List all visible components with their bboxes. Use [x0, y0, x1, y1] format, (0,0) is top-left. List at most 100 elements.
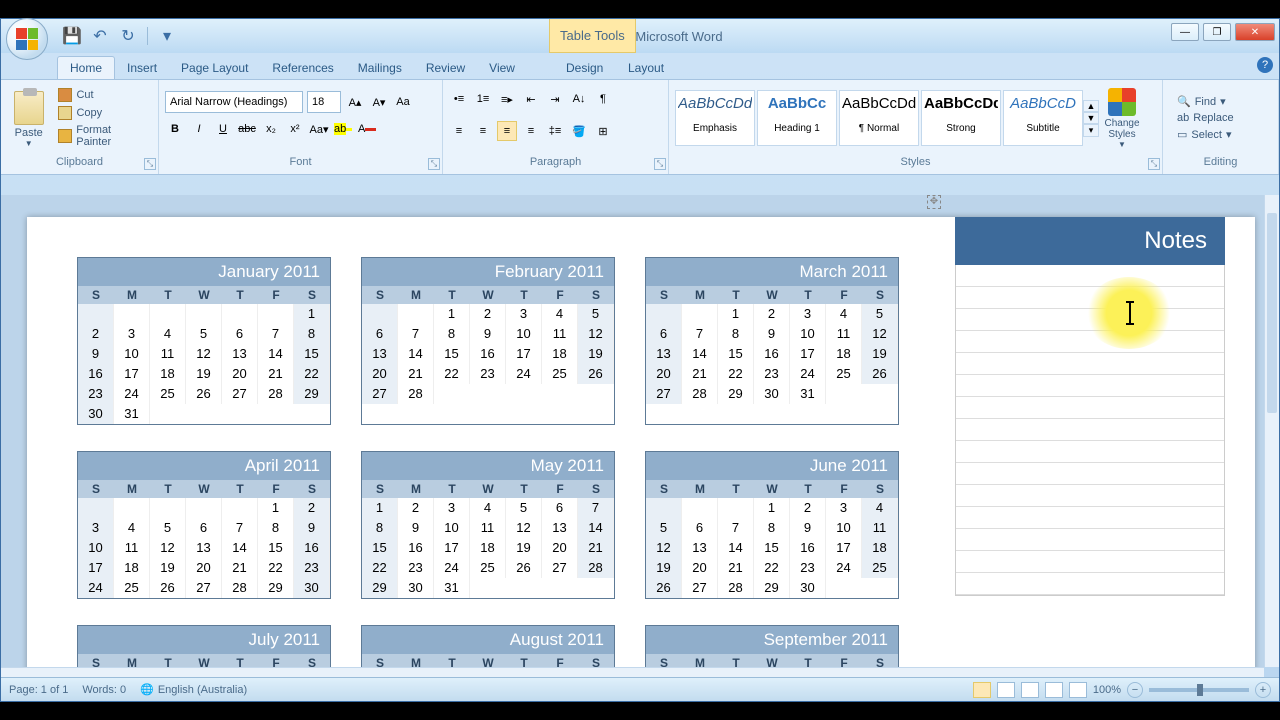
outline-view[interactable] — [1045, 682, 1063, 698]
font-color-button[interactable]: A — [357, 119, 377, 139]
change-case-button[interactable]: Aa▾ — [309, 119, 329, 139]
paste-icon — [14, 91, 44, 125]
sort-button[interactable]: A↓ — [569, 89, 589, 109]
zoom-out-button[interactable]: − — [1127, 682, 1143, 698]
styles-gallery[interactable]: AaBbCcDdEmphasisAaBbCcHeading 1AaBbCcDdE… — [675, 90, 1083, 146]
italic-button[interactable]: I — [189, 119, 209, 139]
zoom-in-button[interactable]: + — [1255, 682, 1271, 698]
paste-button[interactable]: Paste▼ — [7, 89, 50, 148]
change-styles-button[interactable]: Change Styles▼ — [1099, 88, 1145, 149]
select-icon: ▭ — [1177, 128, 1187, 141]
tab-home[interactable]: Home — [57, 56, 115, 79]
qat-save-icon[interactable]: 💾 — [63, 27, 81, 45]
office-button[interactable] — [6, 18, 48, 60]
calendar-july-2011[interactable]: July 2011SMTWTFS123456789101112131415161… — [77, 625, 331, 667]
calendar-august-2011[interactable]: August 2011SMTWTFS1234567891011121314151… — [361, 625, 615, 667]
ribbon-tabs: HomeInsertPage LayoutReferencesMailingsR… — [1, 53, 1279, 79]
qat-redo-icon[interactable]: ↻ — [119, 27, 137, 45]
help-icon[interactable]: ? — [1257, 57, 1273, 73]
calendar-march-2011[interactable]: March 2011SMTWTFS12345678910111213141516… — [645, 257, 899, 425]
web-layout-view[interactable] — [1021, 682, 1039, 698]
calendar-may-2011[interactable]: May 2011SMTWTFS1234567891011121314151617… — [361, 451, 615, 599]
align-left-button[interactable]: ≡ — [449, 121, 469, 141]
draft-view[interactable] — [1069, 682, 1087, 698]
find-icon: 🔍 — [1177, 95, 1191, 108]
increase-indent-button[interactable]: ⇥ — [545, 89, 565, 109]
styles-launcher[interactable]: ⤡ — [1148, 158, 1160, 170]
strikethrough-button[interactable]: abc — [237, 119, 257, 139]
status-words[interactable]: Words: 0 — [82, 684, 126, 696]
zoom-level[interactable]: 100% — [1093, 684, 1121, 696]
replace-button[interactable]: abReplace — [1175, 111, 1236, 125]
highlight-button[interactable]: ab — [333, 119, 353, 139]
format-painter-button[interactable]: Format Painter — [54, 123, 152, 149]
bold-button[interactable]: B — [165, 119, 185, 139]
select-button[interactable]: ▭Select ▾ — [1175, 127, 1236, 142]
minimize-button[interactable]: — — [1171, 23, 1199, 41]
tab-insert[interactable]: Insert — [115, 57, 169, 79]
multilevel-list-button[interactable]: ≡▸ — [497, 89, 517, 109]
font-name-input[interactable] — [165, 91, 303, 113]
grow-font-button[interactable]: A▴ — [345, 92, 365, 112]
text-cursor — [1129, 301, 1131, 325]
maximize-button[interactable]: ❐ — [1203, 23, 1231, 41]
line-spacing-button[interactable]: ‡≡ — [545, 121, 565, 141]
superscript-button[interactable]: x² — [285, 119, 305, 139]
style-subtitle[interactable]: AaBbCcDSubtitle — [1003, 90, 1083, 146]
calendar-april-2011[interactable]: April 2011SMTWTFS12345678910111213141516… — [77, 451, 331, 599]
tab-page-layout[interactable]: Page Layout — [169, 57, 260, 79]
styles-scroll-down[interactable]: ▼ — [1083, 112, 1099, 124]
style-strong[interactable]: AaBbCcDdStrong — [921, 90, 1001, 146]
calendar-september-2011[interactable]: September 2011SMTWTFS1234567891011121314… — [645, 625, 899, 667]
decrease-indent-button[interactable]: ⇤ — [521, 89, 541, 109]
shading-button[interactable]: 🪣 — [569, 121, 589, 141]
document-page[interactable]: ✥ January 2011SMTWTFS1234567891011121314… — [27, 217, 1255, 667]
styles-expand[interactable]: ▾ — [1083, 124, 1099, 137]
calendar-june-2011[interactable]: June 2011SMTWTFS123456789101112131415161… — [645, 451, 899, 599]
horizontal-scrollbar[interactable] — [1, 667, 1264, 677]
find-button[interactable]: 🔍Find ▾ — [1175, 94, 1236, 109]
bullets-button[interactable]: •≡ — [449, 89, 469, 109]
calendar-january-2011[interactable]: January 2011SMTWTFS123456789101112131415… — [77, 257, 331, 425]
tab-review[interactable]: Review — [414, 57, 477, 79]
style-normal[interactable]: AaBbCcDdE¶ Normal — [839, 90, 919, 146]
document-area[interactable]: ✥ January 2011SMTWTFS1234567891011121314… — [1, 195, 1264, 667]
status-language[interactable]: 🌐English (Australia) — [140, 683, 247, 696]
clipboard-launcher[interactable]: ⤡ — [144, 158, 156, 170]
zoom-slider[interactable] — [1149, 688, 1249, 692]
align-right-button[interactable]: ≡ — [497, 121, 517, 141]
shrink-font-button[interactable]: A▾ — [369, 92, 389, 112]
align-center-button[interactable]: ≡ — [473, 121, 493, 141]
tab-layout[interactable]: Layout — [616, 57, 676, 79]
tab-references[interactable]: References — [260, 57, 345, 79]
tab-design[interactable]: Design — [554, 57, 615, 79]
subscript-button[interactable]: x₂ — [261, 119, 281, 139]
notes-panel: Notes — [955, 217, 1225, 596]
status-page[interactable]: Page: 1 of 1 — [9, 684, 68, 696]
qat-undo-icon[interactable]: ↶ — [91, 27, 109, 45]
style-emphasis[interactable]: AaBbCcDdEmphasis — [675, 90, 755, 146]
styles-scroll-up[interactable]: ▲ — [1083, 100, 1099, 112]
font-size-input[interactable] — [307, 91, 341, 113]
underline-button[interactable]: U — [213, 119, 233, 139]
clear-formatting-button[interactable]: Aa — [393, 92, 413, 112]
print-layout-view[interactable] — [973, 682, 991, 698]
vertical-scrollbar[interactable] — [1264, 195, 1279, 667]
tab-mailings[interactable]: Mailings — [346, 57, 414, 79]
table-anchor-icon[interactable]: ✥ — [927, 195, 941, 209]
close-button[interactable]: ✕ — [1235, 23, 1275, 41]
numbering-button[interactable]: 1≡ — [473, 89, 493, 109]
borders-button[interactable]: ⊞ — [593, 121, 613, 141]
tab-view[interactable]: View — [477, 57, 527, 79]
cut-button[interactable]: Cut — [54, 87, 152, 103]
qat-customize-icon[interactable]: ▾ — [158, 27, 176, 45]
font-launcher[interactable]: ⤡ — [428, 158, 440, 170]
show-marks-button[interactable]: ¶ — [593, 89, 613, 109]
paragraph-launcher[interactable]: ⤡ — [654, 158, 666, 170]
full-screen-view[interactable] — [997, 682, 1015, 698]
style-heading1[interactable]: AaBbCcHeading 1 — [757, 90, 837, 146]
calendar-february-2011[interactable]: February 2011SMTWTFS12345678910111213141… — [361, 257, 615, 425]
justify-button[interactable]: ≡ — [521, 121, 541, 141]
copy-button[interactable]: Copy — [54, 105, 152, 121]
ribbon: Paste▼ Cut Copy Format Painter Clipboard… — [1, 79, 1279, 175]
